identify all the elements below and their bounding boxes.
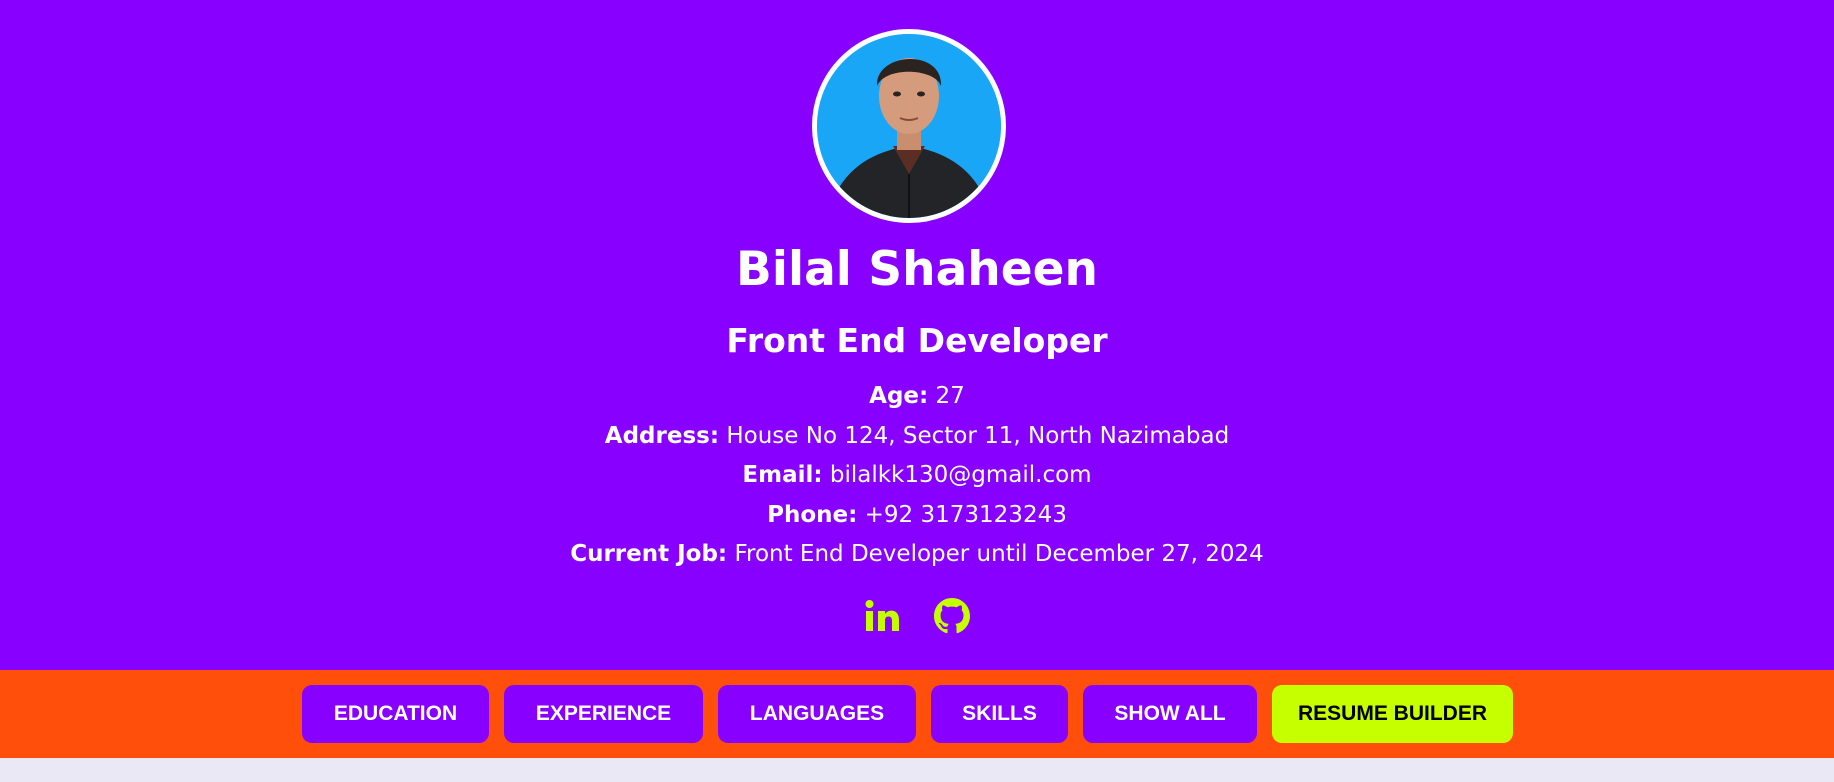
profile-name: Bilal Shaheen: [736, 242, 1098, 297]
github-icon[interactable]: [934, 596, 970, 636]
avatar: [812, 29, 1006, 223]
info-age: Age: 27: [0, 380, 1834, 412]
profile-title: Front End Developer: [726, 321, 1108, 360]
social-links: [0, 596, 1834, 638]
profile-header: Bilal Shaheen Front End Developer Age: 2…: [0, 0, 1834, 670]
profile-photo: [817, 34, 1001, 218]
info-value: 27: [935, 383, 965, 409]
linkedin-icon[interactable]: [864, 596, 900, 636]
info-address: Address: House No 124, Sector 11, North …: [0, 420, 1834, 452]
content-area: [0, 758, 1834, 782]
show-all-button[interactable]: SHOW ALL: [1083, 685, 1257, 743]
info-label: Age:: [869, 383, 929, 409]
languages-button[interactable]: LANGUAGES: [718, 685, 916, 743]
resume-builder-button[interactable]: RESUME BUILDER: [1272, 685, 1513, 743]
info-value: Front End Developer until December 27, 2…: [734, 541, 1264, 567]
experience-button[interactable]: EXPERIENCE: [504, 685, 703, 743]
info-current-job: Current Job: Front End Developer until D…: [0, 538, 1834, 570]
info-email: Email: bilalkk130@gmail.com: [0, 459, 1834, 491]
skills-button[interactable]: SKILLS: [931, 685, 1068, 743]
info-value: bilalkk130@gmail.com: [829, 462, 1092, 488]
info-value: House No 124, Sector 11, North Nazimabad: [726, 423, 1230, 449]
info-phone: Phone: +92 3173123243: [0, 499, 1834, 531]
info-label: Email:: [742, 462, 823, 488]
education-button[interactable]: EDUCATION: [302, 685, 489, 743]
section-nav: EDUCATION EXPERIENCE LANGUAGES SKILLS SH…: [0, 670, 1834, 758]
info-value: +92 3173123243: [864, 502, 1067, 528]
info-label: Current Job:: [570, 541, 728, 567]
info-label: Address:: [604, 423, 720, 449]
info-label: Phone:: [767, 502, 858, 528]
